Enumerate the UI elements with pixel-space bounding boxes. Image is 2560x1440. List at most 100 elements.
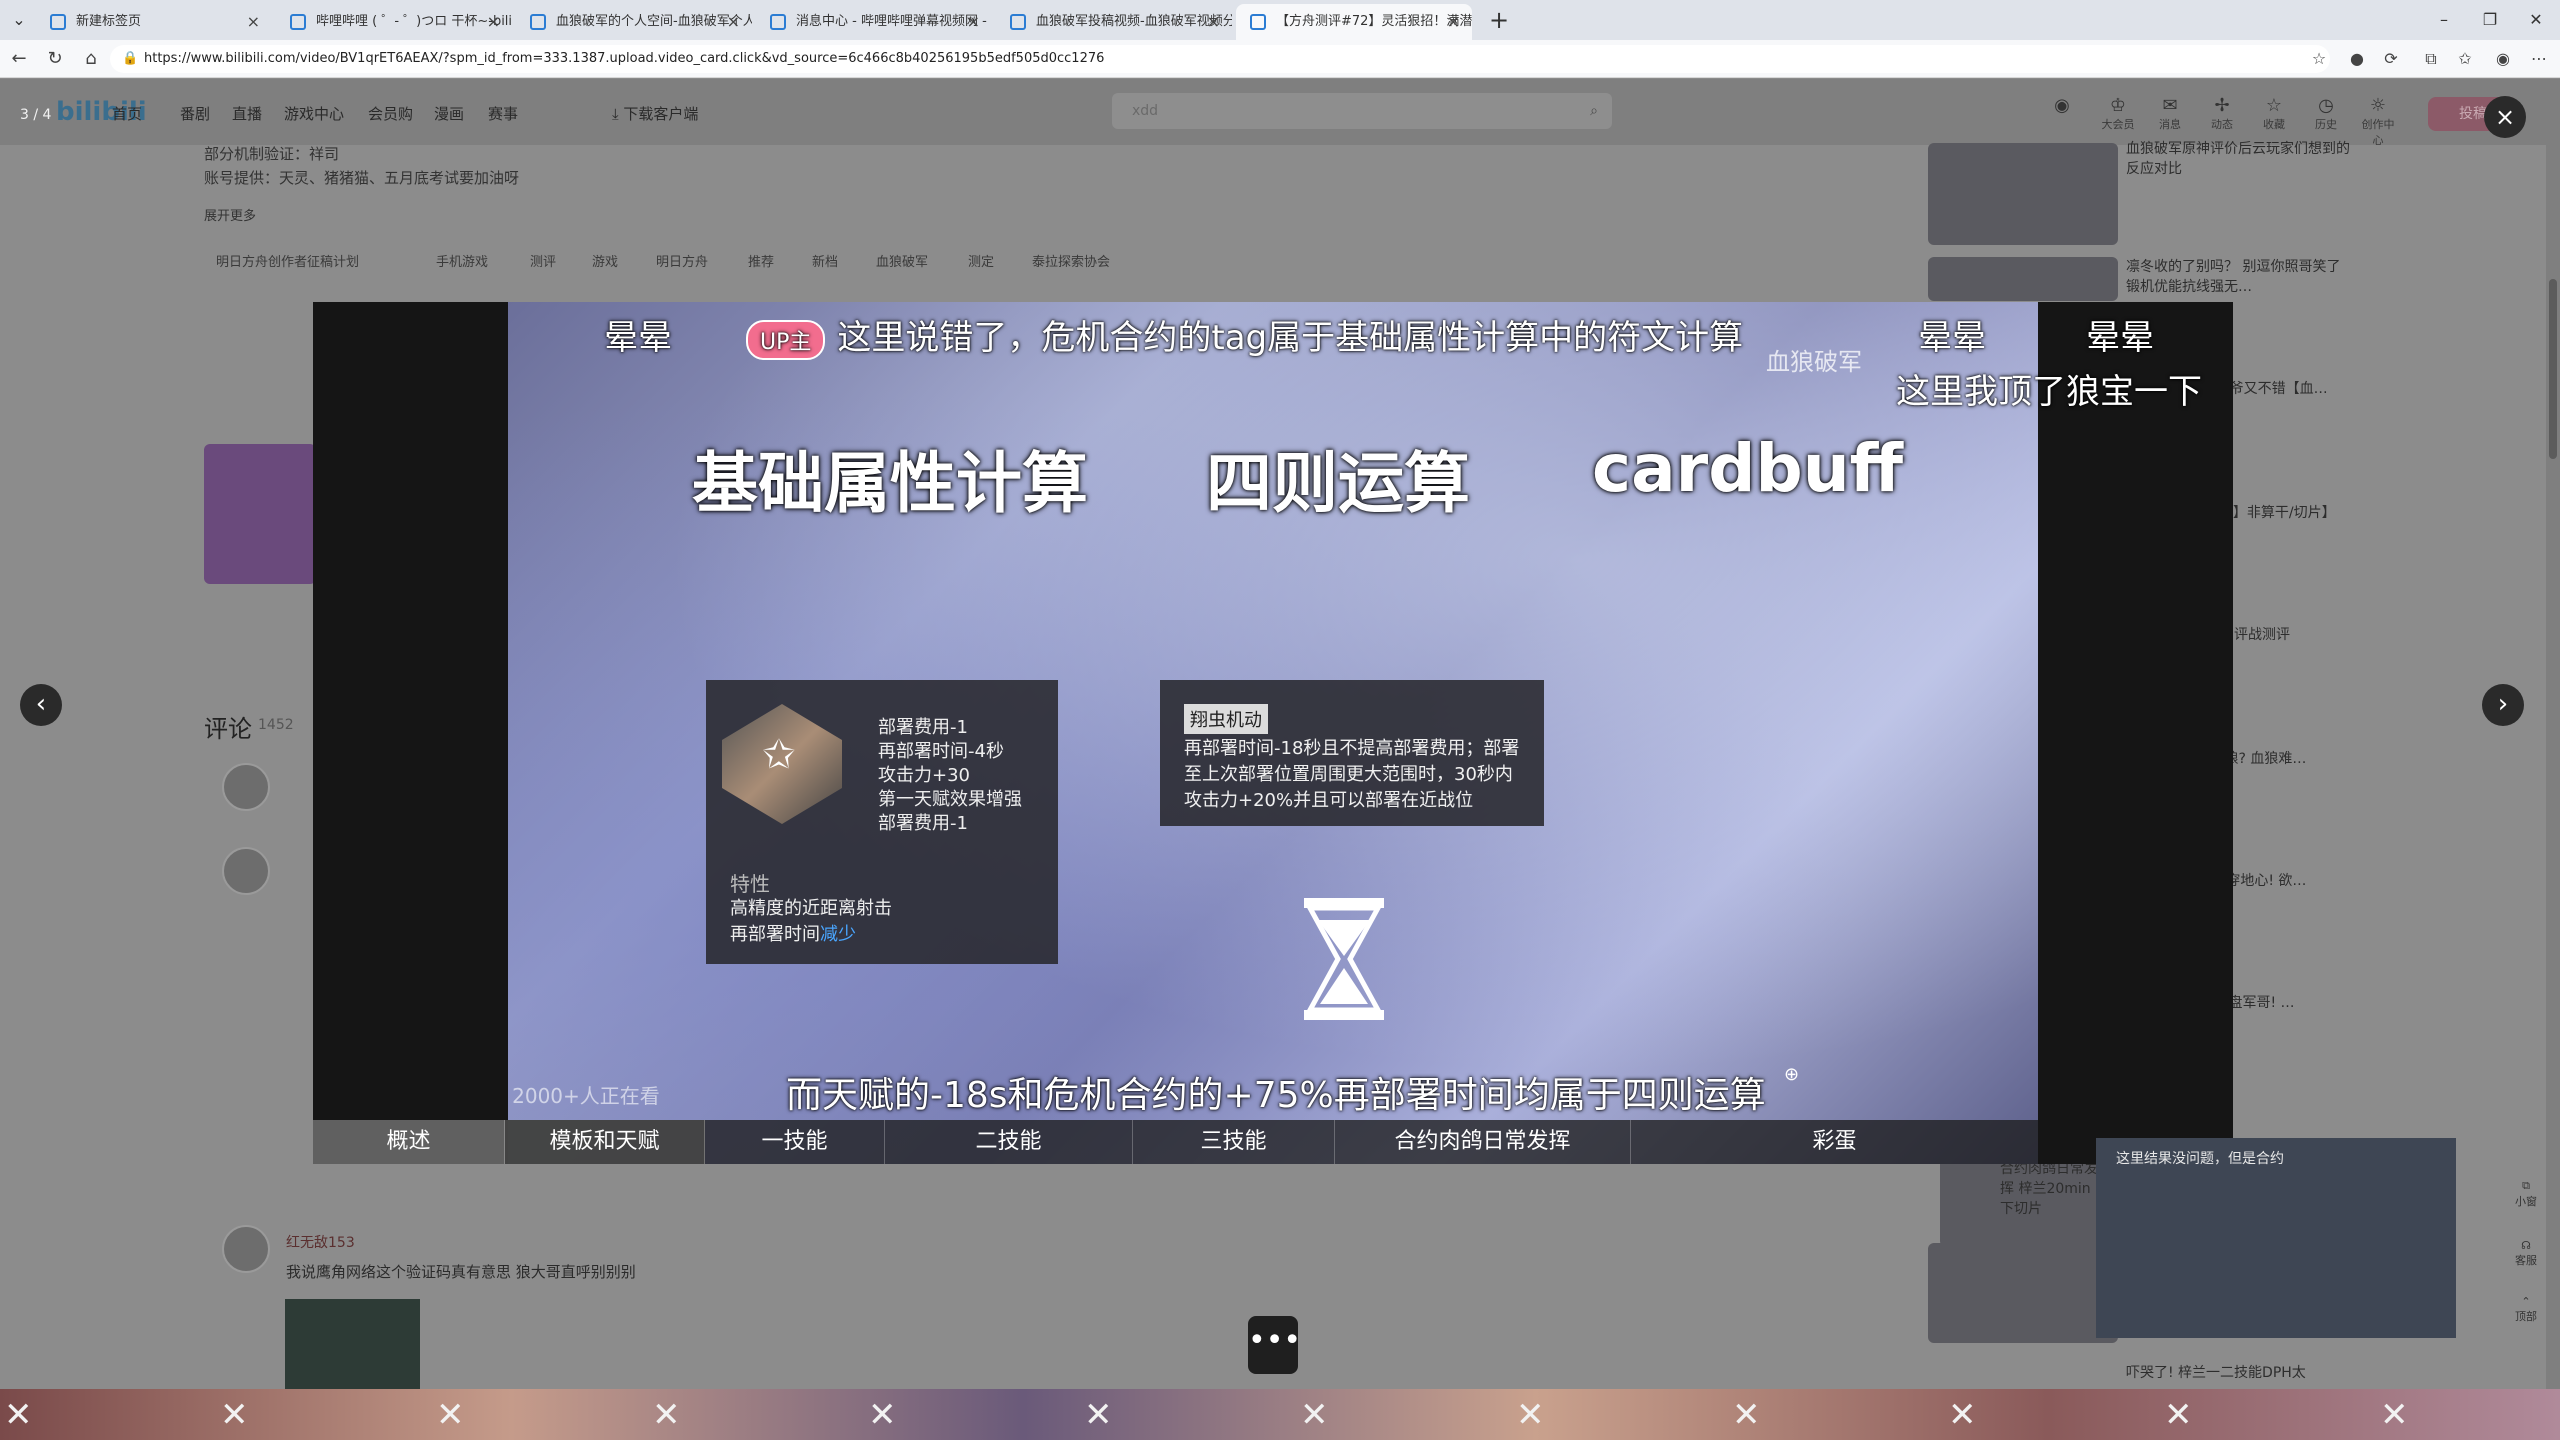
rec-thumbnail[interactable] [1928,257,2118,301]
rec-title[interactable]: 合约肉鸽日常发挥 梓兰20min下切片 [2000,1159,2100,1219]
header-favorites[interactable]: ☆ 收藏 [2254,95,2294,132]
nav-anime[interactable]: 番剧 [180,103,210,124]
chapter-item[interactable]: 模板和天赋 [505,1120,705,1164]
home-icon[interactable]: ⌂ [78,46,104,72]
mini-player[interactable]: 这里结果没问题，但是合约 [2096,1138,2456,1338]
viewer-close-button[interactable]: × [2484,96,2526,138]
rec-title[interactable]: 吓哭了! 梓兰一二技能DPH太 [2126,1363,2356,1383]
decorative-banner-strip: ✕ ✕ ✕ ✕ ✕ ✕ ✕ ✕ ✕ ✕ ✕ ✕ [0,1389,2560,1440]
viewer-prev-button[interactable]: ‹ [20,684,62,726]
rec-title[interactable]: 血狼破军原神评价后云玩家们想到的反应对比 [2126,139,2356,179]
image-counter: 3 / 4 [20,107,52,123]
window-close-icon[interactable]: ✕ [2516,6,2556,34]
skill-description: 再部署时间-18秒且不提高部署费用；部署至上次部署位置周围更大范围时，30秒内攻… [1184,738,1520,811]
browser-tab-active[interactable]: 【方舟测评#72】灵活狠招！满潜 × [1236,4,1472,40]
tab-title: 消息中心 - 哔哩哔哩弹幕视频网 - ( ゜- [796,14,992,29]
browser-tab[interactable]: 消息中心 - 哔哩哔哩弹幕视频网 - ( ゜- × [756,4,992,40]
favorite-star-icon[interactable]: ☆ [2306,46,2332,72]
bilibili-tv-icon [770,14,786,30]
download-client-link[interactable]: ⤓ 下载客户端 [612,103,698,124]
user-avatar[interactable]: ◉ [2042,95,2082,116]
profile-avatar-icon[interactable]: ◉ [2490,46,2516,72]
back-to-top-button[interactable]: ⌃ 顶部 [2506,1295,2546,1324]
nav-live[interactable]: 直播 [232,103,262,124]
chapter-item[interactable]: 三技能 [1133,1120,1335,1164]
address-bar[interactable]: 🔒 https://www.bilibili.com/video/BV1qrET… [110,45,2330,73]
translate-icon[interactable]: ⟳ [2378,46,2404,72]
video-heading: 四则运算 [1206,445,1470,522]
browser-tab[interactable]: 哔哩哔哩 ( ゜- ゜)つロ 干杯~-bilibili × [276,4,512,40]
more-options-button[interactable]: ••• [1248,1316,1301,1374]
rec-title[interactable]: 凛冬收的了别吗？ 别逗你照哥笑了 锻机优能抗线强无… [2126,257,2356,297]
header-messages[interactable]: ✉ 消息 [2150,95,2190,132]
comment-image[interactable] [285,1299,420,1389]
search-icon[interactable]: ⌕ [1590,93,1598,129]
video-subtitle: 而天赋的-18s和危机合约的+75%再部署时间均属于四则运算 [786,1075,1766,1116]
video-frame-image[interactable]: 基础属性计算 四则运算 cardbuff 血狼破军 ✩ 部署费用-1 再部署时间… [508,302,2038,1164]
tag-chip[interactable]: 明日方舟 [656,249,708,277]
page-scrollbar[interactable] [2546,79,2560,1389]
search-input[interactable]: xdd ⌕ [1112,93,1612,129]
nav-esports[interactable]: 赛事 [488,103,518,124]
chapter-item[interactable]: 彩蛋 [1631,1120,2038,1164]
tab-close-icon[interactable]: × [1447,4,1460,40]
tag-chip[interactable]: 泰拉探索协会 [1032,249,1110,277]
tab-close-icon[interactable]: × [1207,4,1220,40]
expand-more-link[interactable]: 展开更多 [204,205,256,224]
tab-close-icon[interactable]: × [727,4,740,40]
hourglass-icon [1304,898,1384,1020]
tab-close-icon[interactable]: × [487,4,500,40]
tag-chip[interactable]: 新档 [812,249,838,277]
browser-tab[interactable]: 血狼破军投稿视频-血狼破军视频分类 × [996,4,1232,40]
emblem-icon: ✕ [868,1395,897,1435]
chapter-item[interactable]: 二技能 [885,1120,1133,1164]
chapter-item[interactable]: 合约肉鸽日常发挥 [1335,1120,1631,1164]
comment-username[interactable]: 红无敌153 [286,1232,355,1252]
restore-icon[interactable]: ❐ [2470,6,2510,34]
tag-chip[interactable]: 测定 [968,249,994,277]
rec-thumbnail[interactable] [1928,143,2118,245]
tag-chip[interactable]: 测评 [530,249,556,277]
nav-home[interactable]: 首页 [112,103,142,124]
nav-game-center[interactable]: 游戏中心 [284,103,344,124]
nav-shop[interactable]: 会员购 [368,103,413,124]
tag-chip[interactable]: 明日方舟创作者征稿计划 [216,249,359,277]
back-icon[interactable]: ← [6,46,32,72]
header-creator[interactable]: ☼ 创作中心 [2358,95,2398,148]
extension-icon[interactable]: ● [2344,46,2370,72]
mini-window-button[interactable]: ⧉ 小窗 [2506,1179,2546,1209]
activity-banner[interactable] [204,444,316,584]
star-icon: ✩ [762,732,796,778]
tag-chip[interactable]: 推荐 [748,249,774,277]
scrollbar-thumb[interactable] [2549,279,2557,459]
message-icon: ✉ [2162,95,2178,116]
reload-icon[interactable]: ↻ [42,46,68,72]
minimize-icon[interactable]: – [2424,6,2464,34]
tag-chip[interactable]: 游戏 [592,249,618,277]
header-dynamic[interactable]: ✢ 动态 [2202,95,2242,132]
chapter-item[interactable]: 概述 [313,1120,505,1164]
nav-manga[interactable]: 漫画 [434,103,464,124]
tab-close-icon[interactable]: × [247,4,260,40]
download-client-label: 下载客户端 [623,105,699,123]
menu-dots-icon[interactable]: ⋯ [2526,46,2552,72]
tab-list-dropdown[interactable]: ⌄ [6,8,32,32]
split-screen-icon[interactable]: ⧉ [2418,46,2444,72]
tab-close-icon[interactable]: × [967,4,980,40]
tag-chip[interactable]: 血狼破军 [876,249,928,277]
danmaku-comment: 晕晕 [1918,318,1986,358]
rec-thumbnail[interactable] [1928,1243,2118,1343]
header-history[interactable]: ◷ 历史 [2306,95,2346,132]
collections-icon[interactable]: ✩ [2452,46,2478,72]
customer-service-button[interactable]: ☊ 客服 [2506,1239,2546,1268]
new-tab-button[interactable]: + [1484,6,1514,36]
avatar[interactable] [222,847,270,895]
browser-tab[interactable]: 新建标签页 × [36,4,272,40]
chapter-item[interactable]: 一技能 [705,1120,885,1164]
tag-chip[interactable]: 手机游戏 [436,249,488,277]
search-placeholder: xdd [1132,103,1159,119]
browser-tab[interactable]: 血狼破军的个人空间-血狼破军个人主页 × [516,4,752,40]
header-vip[interactable]: ♔ 大会员 [2098,95,2138,132]
viewer-next-button[interactable]: › [2482,684,2524,726]
avatar[interactable] [222,1225,270,1273]
